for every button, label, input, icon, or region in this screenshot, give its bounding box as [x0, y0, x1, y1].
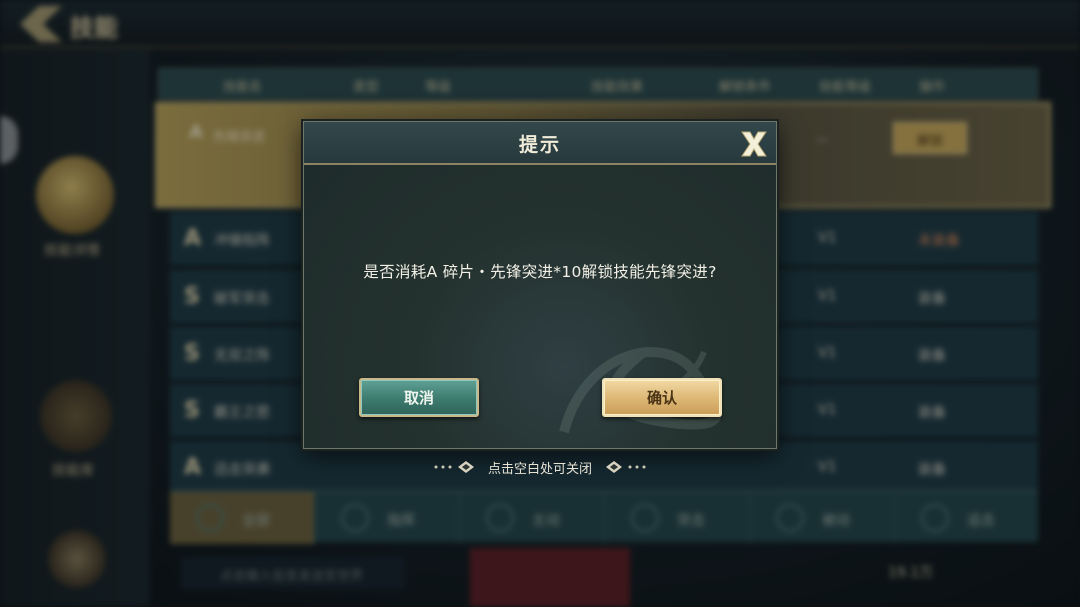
dialog-message: 是否消耗A 碎片・先锋突进*10解锁技能先锋突进? — [363, 263, 717, 281]
ornament-right-icon — [606, 461, 646, 473]
dialog-header: 提示 — [304, 122, 776, 165]
confirm-button[interactable]: 确认 — [602, 378, 722, 417]
close-button[interactable] — [736, 126, 772, 162]
close-icon — [741, 131, 767, 157]
cancel-button[interactable]: 取消 — [359, 378, 479, 417]
dialog-title: 提示 — [518, 134, 561, 156]
hint-text: 点击空白处可关闭 — [487, 461, 592, 477]
ornament-left-icon — [434, 461, 474, 473]
tap-to-close-hint: 点击空白处可关闭 — [428, 456, 652, 478]
confirm-dialog: 提示 是否消耗A 碎片・先锋突进*10解锁技能先锋突进? 取消 确认 — [303, 121, 777, 449]
dragon-watermark-icon — [559, 347, 722, 434]
